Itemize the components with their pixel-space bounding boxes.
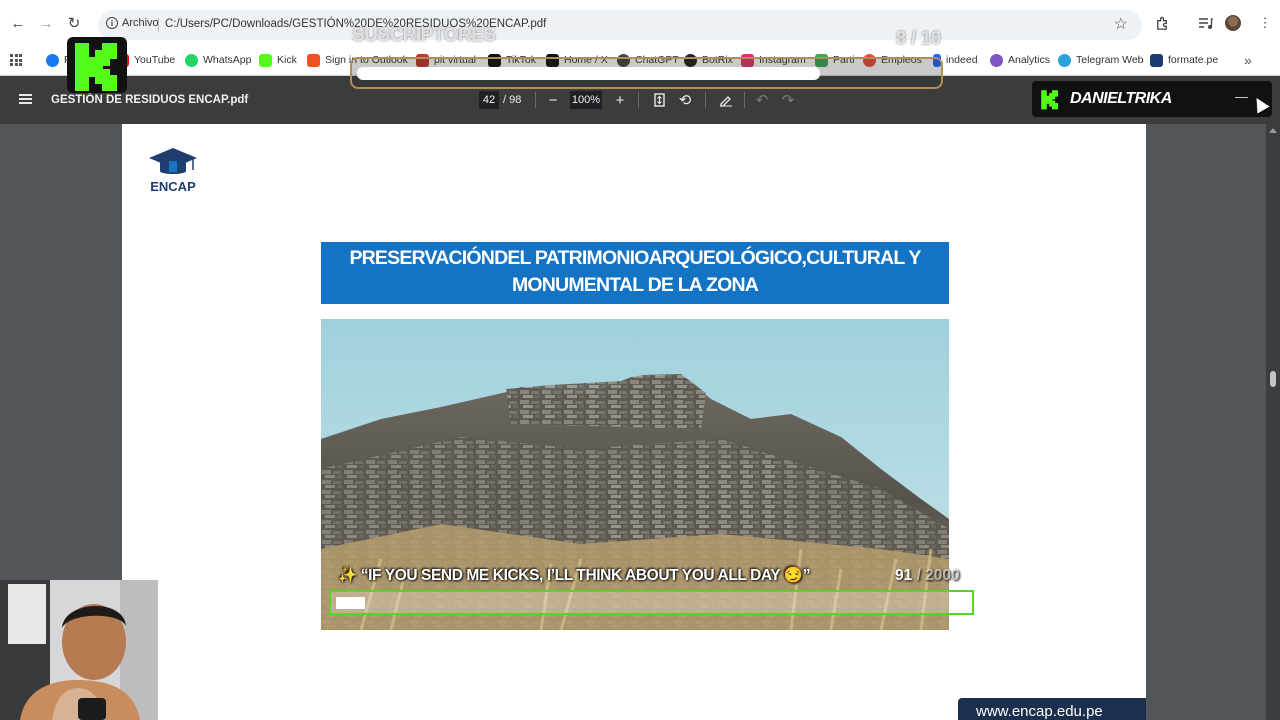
- annotate-pen-icon[interactable]: [717, 91, 735, 109]
- bookmark-analytics[interactable]: Analytics: [990, 52, 1050, 68]
- bookmark-label: indeed: [946, 54, 978, 66]
- undo-icon[interactable]: ↶: [753, 91, 771, 109]
- subscribers-progress-fill: [357, 67, 820, 80]
- kick-icon: [259, 53, 272, 67]
- page-number-input[interactable]: 42: [479, 91, 499, 109]
- profile-avatar[interactable]: [1224, 14, 1242, 32]
- formate-icon: [1150, 53, 1163, 67]
- toolbar-divider: [535, 92, 536, 108]
- vertical-scrollbar[interactable]: [1266, 124, 1280, 720]
- streamer-webcam: [0, 580, 158, 720]
- back-arrow-icon[interactable]: ←: [8, 13, 28, 33]
- facebook-icon: [46, 53, 59, 67]
- rotate-icon[interactable]: ⟲: [676, 91, 694, 109]
- kicks-goal-progress-fill: [336, 597, 365, 609]
- toolbar-divider: [744, 92, 745, 108]
- kicks-goal-progress-bar: [329, 590, 974, 615]
- badge-extra: —: [1235, 89, 1248, 104]
- browser-toolbar: ← → ↻ i Archivo C:/Users/PC/Downloads/GE…: [0, 0, 1280, 46]
- pdf-page: ENCAP PRESERVACIÓNDEL PATRIMONIOARQUEOLÓ…: [122, 124, 1146, 720]
- encap-logo: ENCAP: [147, 146, 199, 198]
- bookmark-telegram[interactable]: Telegram Web: [1058, 52, 1144, 68]
- extensions-icon[interactable]: [1153, 14, 1171, 32]
- slide-title-banner: PRESERVACIÓNDEL PATRIMONIOARQUEOLÓGICO,C…: [321, 242, 949, 304]
- subscribers-current: 8: [896, 28, 907, 48]
- bookmark-star-icon[interactable]: ☆: [1114, 14, 1128, 34]
- bookmark-kick[interactable]: Kick: [259, 52, 297, 68]
- toolbar-divider: [638, 92, 639, 108]
- address-divider: [158, 18, 159, 32]
- fit-page-icon[interactable]: [650, 91, 668, 109]
- tts-goal-message: ✨ “IF YOU SEND ME KICKS, I’LL THINK ABOU…: [338, 567, 811, 584]
- subscribers-goal-label: SUSCRIPTORES: [352, 25, 496, 46]
- subscribers-goal-count: 8 / 10: [896, 28, 941, 49]
- address-bar[interactable]: i Archivo C:/Users/PC/Downloads/GESTIÓN%…: [98, 10, 1142, 40]
- site-info-chip[interactable]: i Archivo: [106, 17, 159, 29]
- sidebar-menu-icon[interactable]: [19, 94, 32, 104]
- zoom-input[interactable]: 100%: [570, 91, 602, 109]
- bookmark-label: WhatsApp: [203, 54, 252, 66]
- pdf-filename: GESTIÓN DE RESIDUOS ENCAP.pdf: [51, 94, 249, 106]
- tts-count-current: 91: [895, 567, 913, 584]
- streamer-name: DANIELTRIKA: [1070, 90, 1172, 107]
- media-control-icon[interactable]: [1196, 14, 1214, 32]
- bookmark-formate[interactable]: formate.pe: [1150, 52, 1218, 68]
- bookmark-label: formate.pe: [1168, 54, 1219, 66]
- site-info-label: Archivo: [122, 17, 159, 29]
- toolbar-divider: [705, 92, 706, 108]
- more-bookmarks-chevron-icon[interactable]: »: [1244, 52, 1252, 68]
- logo-text: ENCAP: [150, 179, 196, 194]
- bookmark-label: YouTube: [134, 54, 176, 66]
- kick-logo-overlay: [67, 37, 127, 93]
- bookmark-whatsapp[interactable]: WhatsApp: [185, 52, 251, 68]
- menu-kebab-icon[interactable]: ⋮: [1256, 14, 1274, 32]
- subscribers-progress-bar: [350, 57, 943, 89]
- bookmark-label: Analytics: [1008, 54, 1051, 66]
- microsoft-icon: [307, 53, 320, 67]
- tts-count-total: / 2000: [916, 567, 960, 584]
- slide-title-line-2: MONUMENTAL DE LA ZONA: [511, 274, 759, 296]
- graduation-cap-icon: [149, 148, 197, 174]
- pdf-viewport[interactable]: ENCAP PRESERVACIÓNDEL PATRIMONIOARQUEOLÓ…: [0, 124, 1280, 720]
- telegram-icon: [1058, 53, 1071, 67]
- whatsapp-icon: [185, 53, 198, 67]
- bookmark-label: Telegram Web: [1076, 54, 1144, 66]
- slide-title-line-1: PRESERVACIÓNDEL PATRIMONIOARQUEOLÓGICO,C…: [349, 247, 921, 269]
- kick-k-icon: [75, 43, 117, 91]
- scrollbar-thumb[interactable]: [1270, 371, 1276, 387]
- tts-goal-count: 91 / 2000: [895, 567, 960, 585]
- zoom-in-icon[interactable]: +: [611, 91, 629, 109]
- subscribers-total: / 10: [911, 28, 942, 48]
- streamer-name-badge: DANIELTRIKA —: [1032, 81, 1272, 117]
- apps-grid-icon[interactable]: [10, 54, 22, 66]
- kick-k-icon: [1041, 90, 1058, 110]
- bookmark-label: Kick: [277, 54, 297, 66]
- reload-icon[interactable]: ↻: [64, 13, 84, 33]
- footer-website-url: www.encap.edu.pe: [958, 698, 1146, 720]
- redo-icon[interactable]: ↷: [779, 91, 797, 109]
- info-icon: i: [106, 17, 118, 29]
- analytics-icon: [990, 53, 1003, 67]
- page-total: / 98: [503, 94, 522, 106]
- scroll-up-arrow-icon[interactable]: [1269, 128, 1277, 133]
- zoom-out-icon[interactable]: −: [544, 91, 562, 109]
- forward-arrow-icon[interactable]: →: [36, 13, 56, 33]
